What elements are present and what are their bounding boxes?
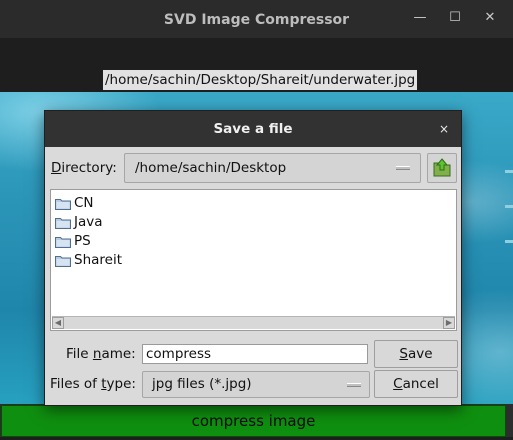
close-icon[interactable]: ✕ (481, 9, 499, 27)
background-widget-edge (505, 240, 513, 243)
dropdown-icon (396, 166, 410, 170)
horizontal-scrollbar[interactable]: ◀ ▶ (52, 316, 455, 329)
window-title: SVD Image Compressor (163, 12, 350, 28)
file-name-label: File name: (66, 346, 136, 362)
folder-icon (55, 237, 71, 248)
directory-label: Directory: (51, 160, 117, 176)
files-of-type-label: Files of type: (50, 376, 136, 392)
folder-up-icon (433, 158, 451, 177)
dialog-close-icon[interactable]: × (439, 111, 449, 147)
minimize-icon[interactable]: — (411, 9, 429, 27)
dialog-title: Save a file (45, 111, 461, 147)
image-path-label: /home/sachin/Desktop/Shareit/underwater.… (103, 70, 418, 90)
window-titlebar: SVD Image Compressor — ☐ ✕ (0, 0, 513, 38)
scroll-right-icon[interactable]: ▶ (443, 317, 455, 329)
directory-combobox[interactable]: /home/sachin/Desktop (124, 153, 421, 183)
folder-icon (55, 256, 71, 267)
file-type-value: jpg files (*.jpg) (152, 376, 252, 392)
file-name-input[interactable]: compress (142, 344, 368, 364)
cancel-button[interactable]: Cancel (374, 370, 458, 398)
save-button[interactable]: Save (374, 340, 458, 368)
file-type-combobox[interactable]: jpg files (*.jpg) (142, 371, 370, 398)
maximize-icon[interactable]: ☐ (446, 9, 464, 27)
compress-image-button[interactable]: compress image (1, 405, 506, 437)
file-list[interactable]: CN Java PS Shareit ◀ ▶ (50, 189, 457, 331)
save-file-dialog: Save a file × Directory: /home/sachin/De… (44, 110, 462, 406)
background-widget-edge (505, 205, 513, 208)
folder-icon (55, 218, 71, 229)
dropdown-icon (347, 383, 361, 387)
folder-icon (55, 199, 71, 210)
parent-directory-button[interactable] (427, 153, 457, 183)
background-widget-edge (505, 170, 513, 173)
scroll-left-icon[interactable]: ◀ (52, 317, 64, 329)
directory-value: /home/sachin/Desktop (135, 160, 287, 176)
